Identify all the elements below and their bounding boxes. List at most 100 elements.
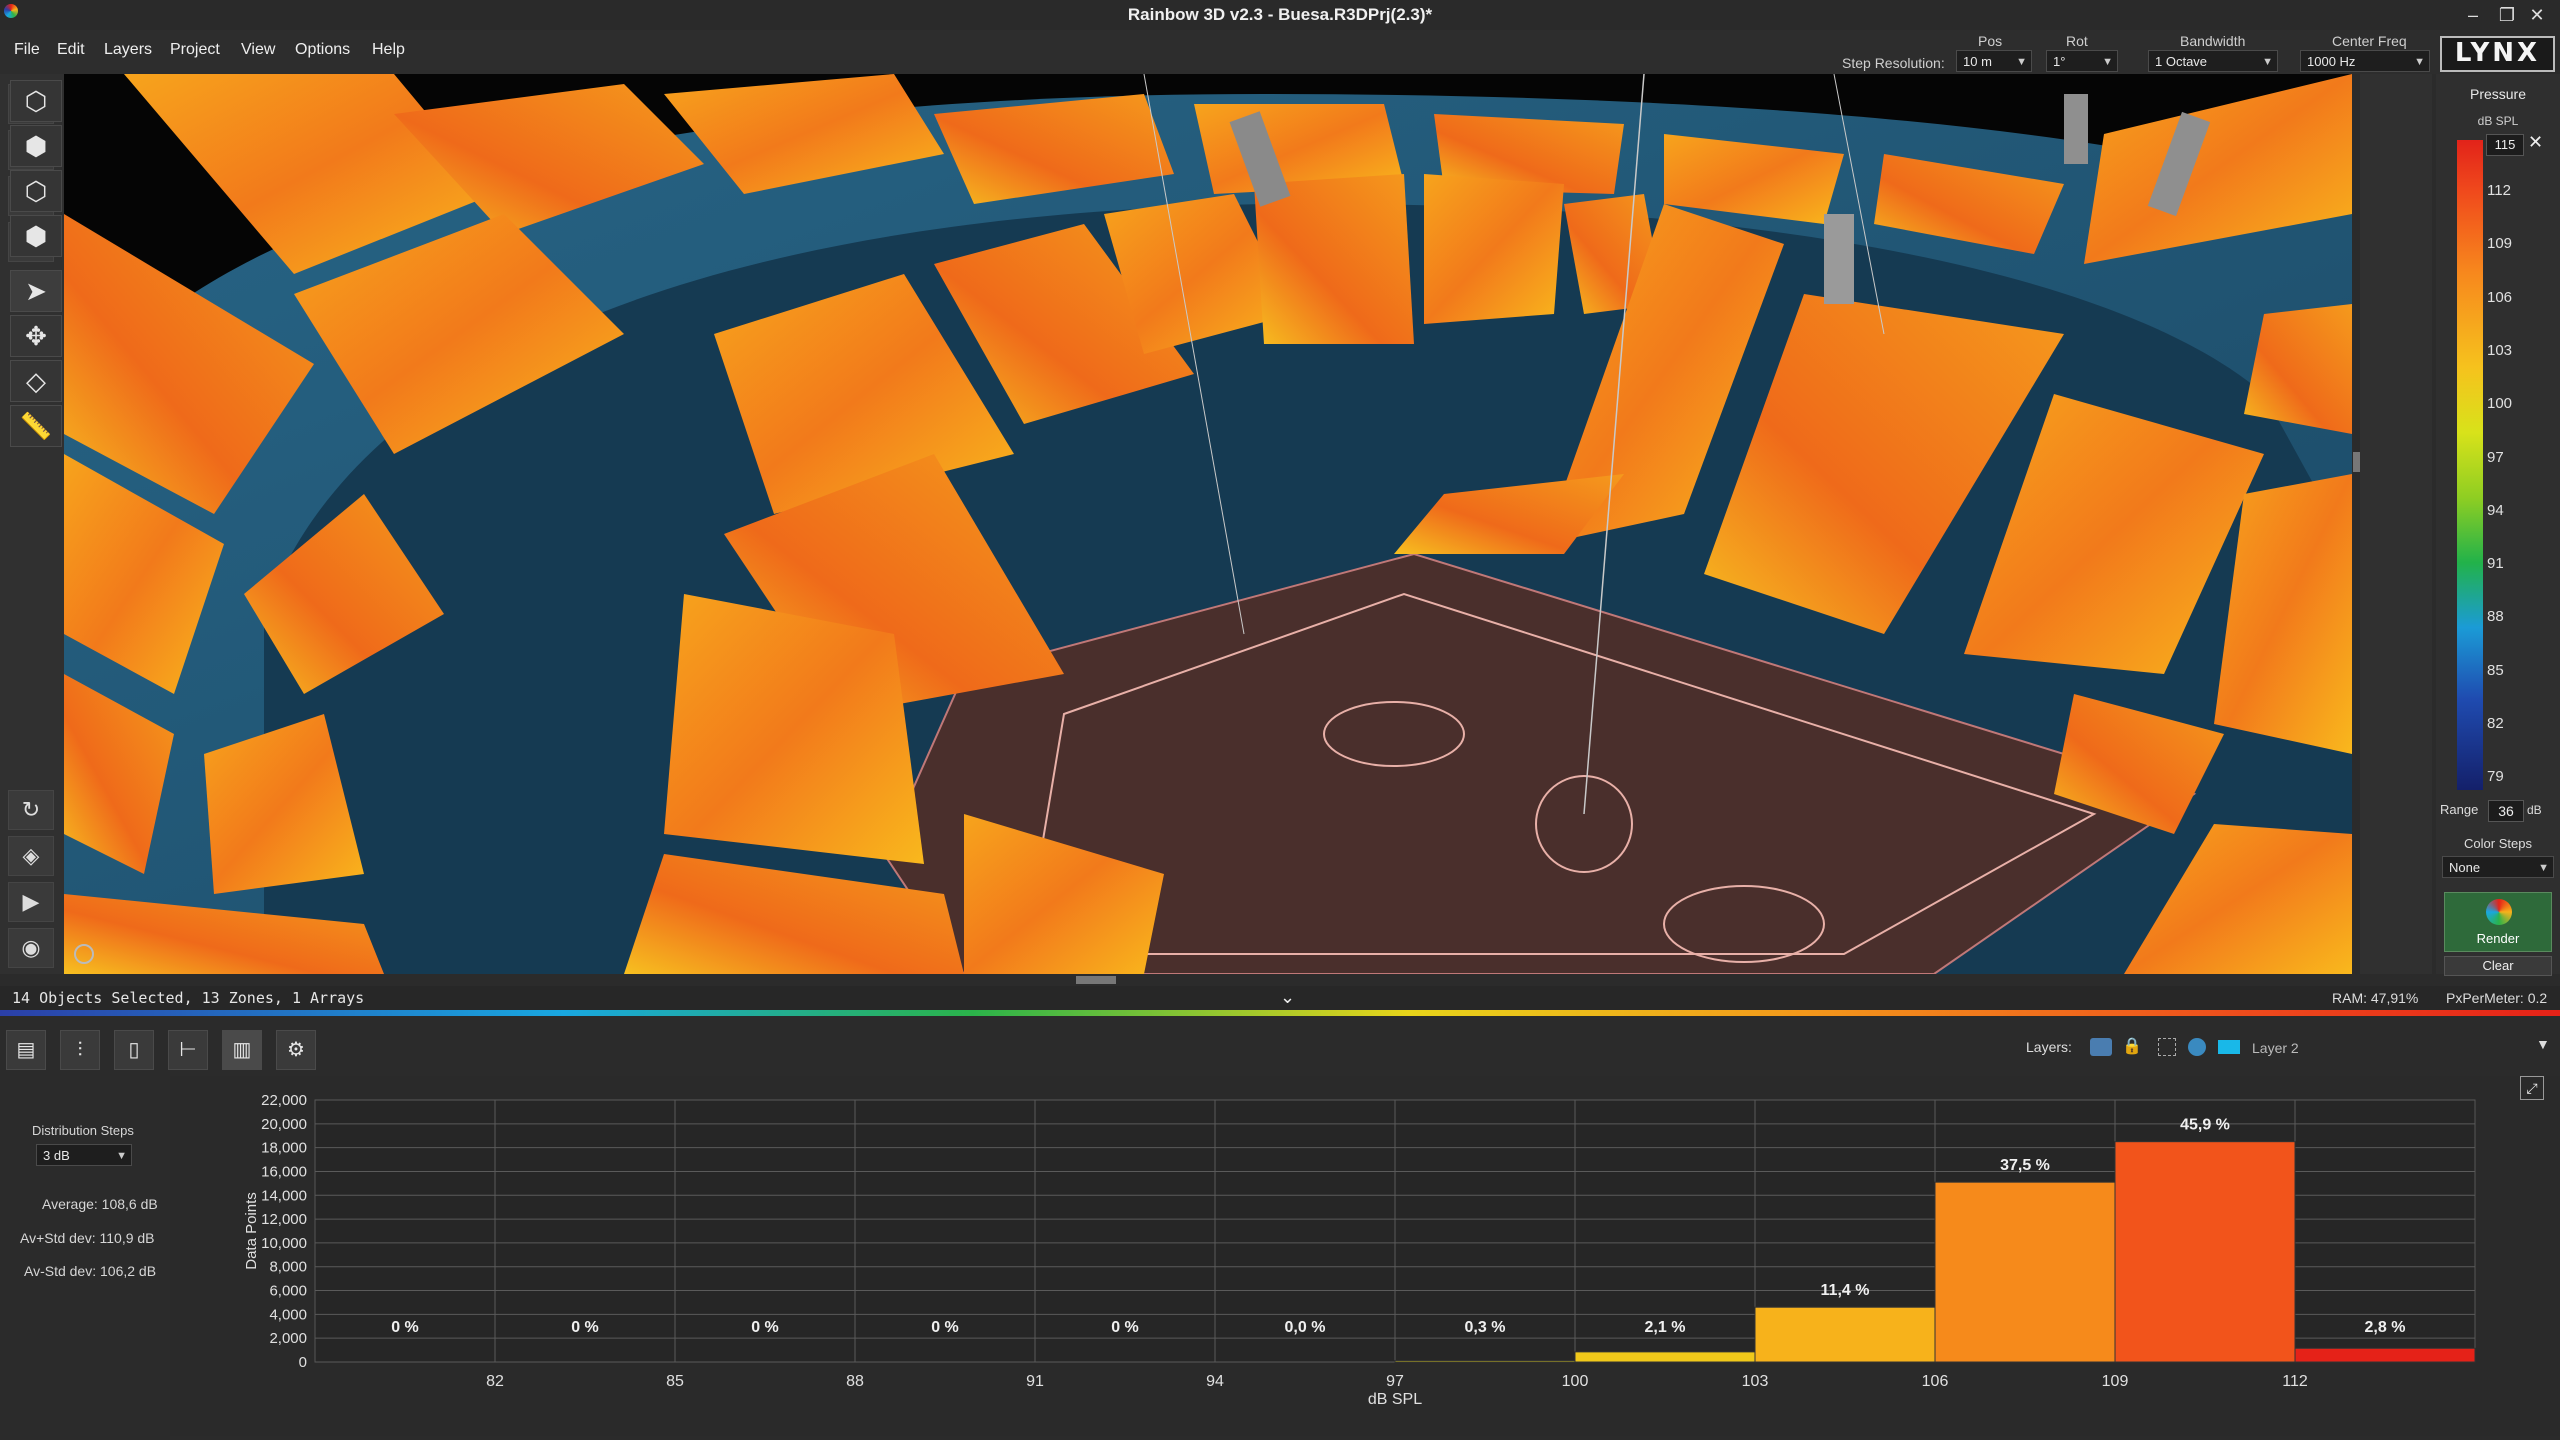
layer-color-swatch[interactable] <box>2218 1040 2240 1054</box>
legend-tick-label: 85 <box>2487 661 2504 679</box>
bandwidth-select[interactable]: 1 Octave ▼ <box>2148 50 2278 72</box>
settings-gear-icon[interactable]: ⚙ <box>276 1030 316 1070</box>
menu-layers[interactable]: Layers <box>104 41 152 59</box>
view-iso-icon[interactable]: ⬡ <box>10 80 62 122</box>
clear-button[interactable]: Clear <box>2444 956 2552 976</box>
step-resolution-label: Step Resolution: <box>1842 55 1945 71</box>
range-input[interactable]: 36 <box>2488 800 2524 822</box>
analysis-toolbar <box>0 1020 2560 1076</box>
legend-tick-label: 82 <box>2487 715 2504 732</box>
speaker-info-icon[interactable]: ▯ <box>114 1030 154 1070</box>
layer-power-icon[interactable] <box>2188 1038 2206 1056</box>
rot-select[interactable]: 1° ▼ <box>2046 50 2118 72</box>
y-tick-label: 12,000 <box>261 1211 307 1228</box>
layers-label: Layers: <box>2026 1039 2072 1055</box>
histogram-panel: 0 2,000 4,000 6,000 8,000 10,000 12,000 14,000 1… <box>170 1076 2560 1436</box>
legend-close-icon[interactable]: ✕ <box>2528 132 2543 153</box>
chevron-down-icon: ▼ <box>2016 56 2027 68</box>
3d-viewport[interactable] <box>64 74 2352 974</box>
array-calc-icon[interactable]: ⫶ <box>60 1030 100 1070</box>
y-tick-label: 22,000 <box>261 1092 307 1109</box>
legend-tick-label: 109 <box>2487 235 2513 253</box>
y-tick-label: 16,000 <box>261 1163 307 1180</box>
chevron-down-icon: ▼ <box>2414 56 2425 68</box>
close-window-button[interactable]: ✕ <box>2514 0 2560 30</box>
pos-select[interactable]: 10 m ▼ <box>1956 50 2032 72</box>
histogram-bar <box>1934 1181 2116 1363</box>
menu-edit[interactable]: Edit <box>57 41 85 59</box>
color-scale-bar <box>2457 140 2483 790</box>
ruler-icon[interactable]: 📏 <box>10 405 62 447</box>
layer-visibility-icon[interactable] <box>2090 1038 2112 1056</box>
orbit-icon[interactable]: ✥ <box>10 315 62 357</box>
legend-max-input[interactable]: 115 <box>2486 134 2524 156</box>
menu-help[interactable]: Help <box>372 41 405 59</box>
x-tick-label: 82 <box>486 1373 504 1390</box>
y-axis-label: Data Points <box>243 1192 260 1270</box>
map-tool-icon[interactable]: ▤ <box>6 1030 46 1070</box>
bar-percent-label: 0 % <box>391 1319 419 1336</box>
arena-render <box>64 74 2352 974</box>
layer-lock-icon[interactable]: 🔒 <box>2122 1036 2142 1056</box>
histogram-bar <box>2294 1347 2476 1363</box>
bar-percent-label: 2,8 % <box>2365 1319 2406 1336</box>
right-toolbar <box>2360 74 2432 974</box>
view-top-icon[interactable]: ⬢ <box>10 215 62 257</box>
view-side-icon[interactable]: ⬡ <box>10 170 62 212</box>
legend-title: Pressure <box>2469 86 2527 102</box>
legend-tick-label: 100 <box>2487 395 2513 413</box>
histogram-bar <box>1574 1351 1756 1363</box>
legend-tick-label: 94 <box>2487 501 2504 519</box>
layer-name[interactable]: Layer 2 <box>2252 1040 2299 1056</box>
view-front-icon[interactable]: ⬢ <box>10 125 62 167</box>
x-tick-label: 94 <box>1206 1373 1224 1390</box>
av-minus-stat: Av-Std dev: 106,2 dB <box>24 1263 157 1279</box>
legend-tick-label: 79 <box>2487 768 2504 786</box>
select-pointer-icon[interactable]: ➤ <box>10 270 62 312</box>
menu-view[interactable]: View <box>241 41 275 59</box>
rotate-view-icon[interactable]: ↻ <box>8 790 54 830</box>
bar-percent-label: 0 % <box>1111 1319 1139 1336</box>
menu-options[interactable]: Options <box>295 41 350 59</box>
legend-tick-label: 91 <box>2487 555 2504 573</box>
render-label: Render <box>2476 931 2520 946</box>
pos-value: 10 m <box>1963 54 1992 69</box>
zoom-extents-icon[interactable]: ◇ <box>10 360 62 402</box>
bar-percent-label: 0 % <box>751 1319 779 1336</box>
range-label: Range <box>2440 802 2479 817</box>
render-button[interactable]: Render <box>2444 892 2552 952</box>
bandwidth-value: 1 Octave <box>2155 54 2208 69</box>
center-freq-select[interactable]: 1000 Hz ▼ <box>2300 50 2430 72</box>
y-tick-label: 4,000 <box>269 1306 307 1323</box>
viewport-hscroll[interactable] <box>1076 976 1116 984</box>
av-plus-stat: Av+Std dev: 110,9 dB <box>20 1230 155 1246</box>
bar-percent-label: 37,5 % <box>2000 1157 2050 1174</box>
visibility-icon[interactable]: ◉ <box>8 928 54 968</box>
layers-view-icon[interactable]: ◈ <box>8 836 54 876</box>
y-tick-label: 8,000 <box>269 1259 307 1276</box>
menu-project[interactable]: Project <box>170 41 220 59</box>
x-tick-label: 85 <box>666 1373 684 1390</box>
x-tick-label: 88 <box>846 1373 864 1390</box>
color-steps-select[interactable]: None ▼ <box>2442 856 2554 878</box>
expand-icon[interactable]: ⤢ <box>2520 1076 2544 1100</box>
layer-select-icon[interactable] <box>2158 1038 2176 1056</box>
y-tick-label: 14,000 <box>261 1187 307 1204</box>
layers-dropdown-icon[interactable]: ▼ <box>2536 1036 2550 1052</box>
delay-tool-icon[interactable]: ⊢ <box>168 1030 208 1070</box>
menu-file[interactable]: File <box>14 41 40 59</box>
histogram-tool-icon[interactable]: ▥ <box>222 1030 262 1070</box>
camera-view-icon[interactable]: ▶ <box>8 882 54 922</box>
distribution-steps-select[interactable]: 3 dB ▼ <box>36 1144 132 1166</box>
histogram-bar <box>1394 1360 1576 1363</box>
x-tick-label: 103 <box>1742 1373 1769 1390</box>
y-tick-label: 2,000 <box>269 1330 307 1347</box>
x-axis-label: dB SPL <box>1368 1391 1422 1408</box>
spectrum-strip <box>0 1010 2560 1016</box>
legend-tick-label: 103 <box>2487 341 2513 359</box>
pos-label: Pos <box>1978 33 2003 49</box>
collapse-chevron-icon[interactable]: ⌄ <box>1280 987 1295 1008</box>
color-steps-value: None <box>2449 860 2481 875</box>
average-stat: Average: 108,6 dB <box>42 1196 158 1212</box>
histogram-bar <box>2114 1141 2296 1363</box>
